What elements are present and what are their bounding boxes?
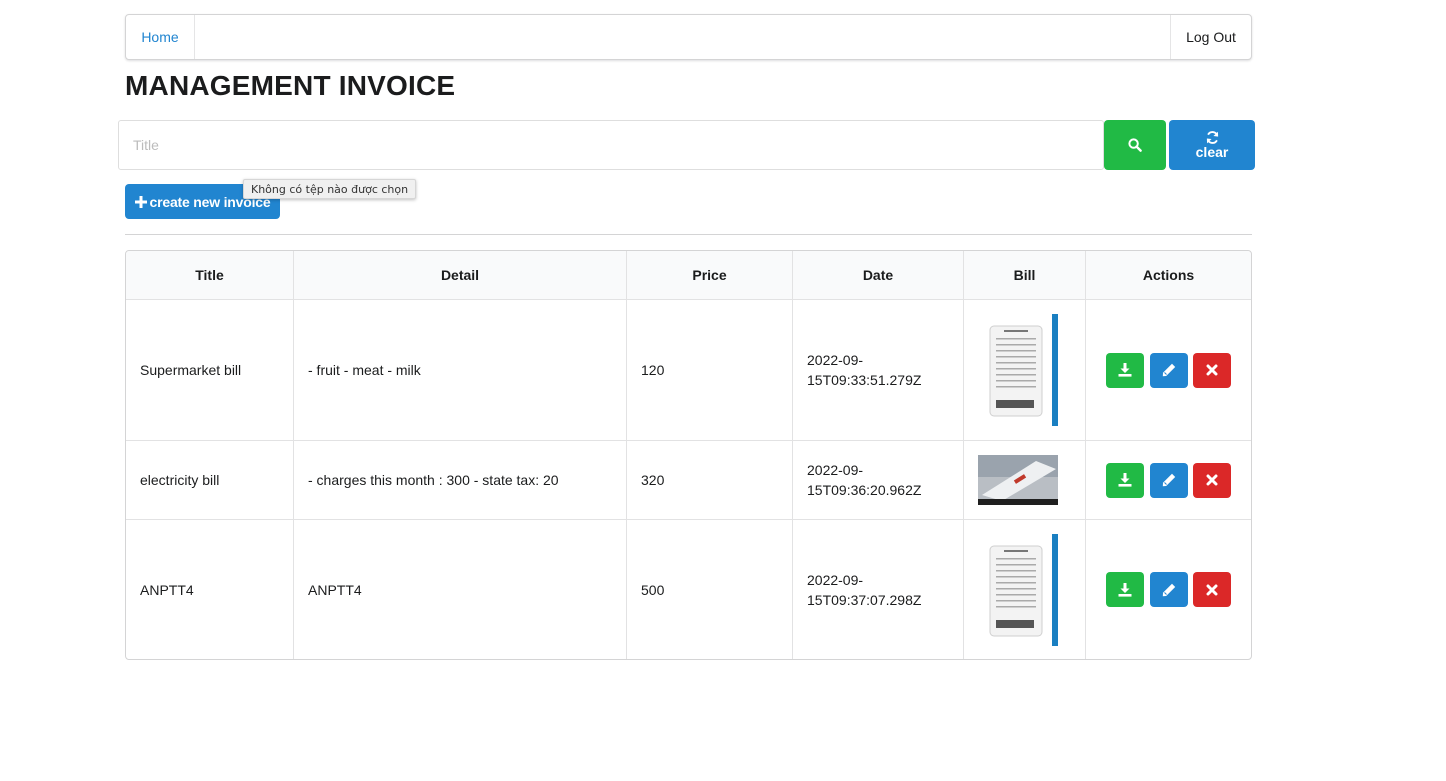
date-line: 2022-09- [807, 571, 864, 588]
logout-button[interactable]: Log Out [1170, 15, 1251, 59]
column-header-actions: Actions [1085, 251, 1251, 300]
close-icon [1206, 364, 1218, 376]
search-button[interactable] [1104, 120, 1166, 170]
receipt-image[interactable] [978, 533, 1060, 646]
divider [125, 234, 1252, 235]
date-line: 2022-09- [807, 352, 864, 368]
edit-button[interactable] [1149, 352, 1188, 388]
delete-button[interactable] [1193, 352, 1232, 388]
edit-button[interactable] [1149, 572, 1188, 607]
download-icon [1118, 363, 1132, 377]
cell-title: electricity bill [126, 440, 293, 519]
pencil-icon [1162, 473, 1175, 487]
table-header-row: Title Detail Price Date Bill Actions [126, 251, 1251, 300]
column-header-date: Date [792, 251, 963, 300]
delete-button[interactable] [1193, 462, 1232, 498]
cell-price: 500 [626, 519, 792, 659]
close-icon [1206, 474, 1218, 486]
nav-home-link[interactable]: Home [126, 15, 195, 59]
pencil-icon [1162, 583, 1175, 596]
cell-actions [1085, 519, 1251, 659]
cell-detail: ANPTT4 [293, 519, 626, 659]
date-line: 2022-09- [807, 462, 864, 478]
date-line: 15T09:33:51.279Z [807, 372, 922, 388]
download-button[interactable] [1105, 462, 1144, 498]
clear-label: clear [1195, 144, 1229, 160]
edit-button[interactable] [1149, 462, 1188, 498]
cell-bill [963, 440, 1085, 519]
cell-detail: - fruit - meat - milk [293, 300, 626, 440]
top-menu: Home Log Out [125, 14, 1252, 60]
table-row: Supermarket bill - fruit - meat - milk 1… [126, 300, 1251, 440]
plus-icon [134, 195, 147, 208]
pencil-icon [1162, 363, 1175, 377]
cell-title: Supermarket bill [140, 362, 242, 378]
column-header-bill: Bill [963, 251, 1085, 300]
file-input-tooltip: Không có tệp nào được chọn [243, 179, 417, 199]
cell-bill [963, 519, 1085, 659]
download-button[interactable] [1105, 352, 1144, 388]
download-button[interactable] [1105, 572, 1144, 607]
receipt-image[interactable] [978, 314, 1060, 426]
clear-button[interactable]: clear [1169, 120, 1255, 170]
column-header-detail: Detail [293, 251, 626, 300]
refresh-icon [1206, 131, 1218, 144]
cell-bill [963, 300, 1085, 440]
search-input[interactable] [118, 120, 1104, 170]
search-icon [1128, 138, 1142, 152]
date-line: 15T09:37:07.298Z [807, 591, 922, 608]
invoice-table: Title Detail Price Date Bill Actions Sup… [125, 250, 1252, 660]
cell-title: ANPTT4 [126, 519, 293, 659]
cell-detail: - charges this month : 300 - state tax: … [293, 440, 626, 519]
delete-button[interactable] [1193, 572, 1232, 607]
cell-date: 2022-09- 15T09:33:51.279Z [792, 300, 963, 440]
column-header-price: Price [626, 251, 792, 300]
column-header-title: Title [126, 251, 293, 300]
close-icon [1206, 584, 1218, 595]
cell-price: 320 [626, 440, 792, 519]
cell-price: 120 [626, 300, 792, 440]
date-line: 15T09:36:20.962Z [807, 482, 922, 498]
cell-actions [1085, 440, 1251, 519]
cell-date: 2022-09- 15T09:37:07.298Z [792, 519, 963, 659]
download-icon [1118, 582, 1132, 597]
cell-actions [1085, 300, 1251, 440]
bill-photo[interactable] [978, 455, 1058, 505]
cell-date: 2022-09- 15T09:36:20.962Z [792, 440, 963, 519]
download-icon [1118, 473, 1132, 487]
table-row: electricity bill - charges this month : … [126, 440, 1251, 519]
table-row: ANPTT4 ANPTT4 500 2022-09- 15T09:37:07.29… [126, 519, 1251, 659]
page-title: MANAGEMENT INVOICE [125, 70, 456, 101]
